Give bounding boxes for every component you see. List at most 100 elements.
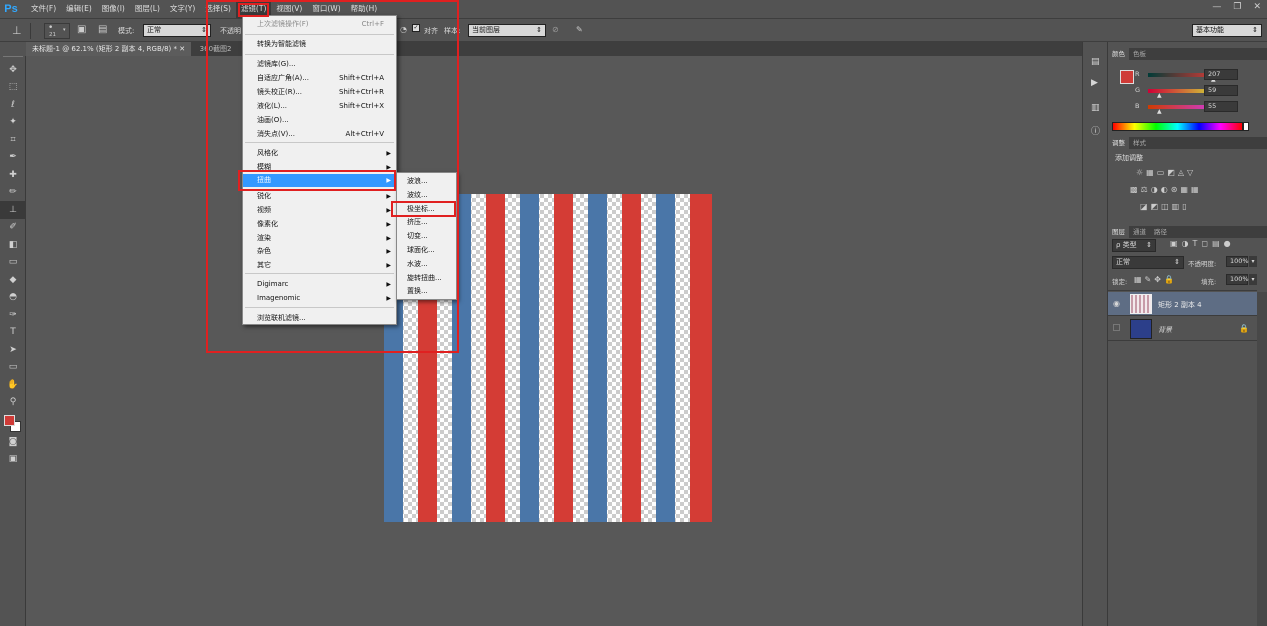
magic-wand-icon[interactable]: ✦ bbox=[0, 114, 26, 132]
tools-panel: ✥ ⬚ ℓ ✦ ⌗ ✒ ✚ ✏ ⊥ ✐ ◧ ▭ ◆ ◓ ✑ T ➤ ▭ ✋ ⚲ ◙ ▣ bbox=[0, 56, 26, 626]
lock-icons[interactable]: ▦✎✥🔒 bbox=[1134, 275, 1177, 284]
eraser-icon[interactable]: ◧ bbox=[0, 236, 26, 254]
blend-mode-select[interactable]: 正常 ⇕ bbox=[1112, 256, 1184, 269]
properties-icon[interactable]: ▥ bbox=[1091, 103, 1100, 113]
brush-tool-icon[interactable]: ✏ bbox=[0, 184, 26, 202]
fill-value[interactable]: 100% bbox=[1226, 274, 1249, 285]
blue-stripe bbox=[656, 194, 675, 522]
g-value[interactable]: 59 bbox=[1204, 85, 1238, 96]
right-panels: 颜色色板 R G B ▲ ▲ ▲ 207 59 55 调整样式 添加调整 ☼▦▭… bbox=[1108, 42, 1267, 626]
layers-scrollbar[interactable] bbox=[1257, 292, 1267, 626]
actions-play-icon[interactable]: ▶ bbox=[1091, 78, 1098, 88]
b-value[interactable]: 55 bbox=[1204, 101, 1238, 112]
quick-mask-icon[interactable]: ◙ bbox=[0, 433, 26, 451]
menu-4[interactable]: 文字(Y) bbox=[165, 0, 200, 18]
lock-label: 锁定: bbox=[1112, 278, 1128, 286]
zoom-tool-icon[interactable]: ⚲ bbox=[0, 394, 26, 412]
clone-stamp-icon[interactable]: ⊥ bbox=[12, 24, 22, 37]
layer-thumbnail bbox=[1130, 294, 1152, 314]
foreground-swatch[interactable] bbox=[4, 415, 15, 426]
tab-paths[interactable]: 路径 bbox=[1150, 226, 1171, 238]
blur-tool-icon[interactable]: ◆ bbox=[0, 271, 26, 289]
type-tool-icon[interactable]: T bbox=[0, 324, 26, 342]
document-tab-bar: 未标题-1 @ 62.1% (矩形 2 副本 4, RGB/8) * ✕ 360… bbox=[26, 42, 1082, 56]
tab-layers[interactable]: 图层 bbox=[1108, 226, 1129, 238]
move-tool-icon[interactable]: ✥ bbox=[0, 61, 26, 79]
fill-label: 填充: bbox=[1201, 278, 1217, 286]
brush-panel-icon[interactable]: ▣ bbox=[77, 24, 86, 35]
close-button[interactable]: ✕ bbox=[1253, 2, 1261, 12]
annotation-box-polar-coordinates bbox=[391, 201, 456, 217]
visibility-box[interactable] bbox=[1113, 324, 1120, 331]
history-brush-icon[interactable]: ✐ bbox=[0, 219, 26, 237]
ignore-adjustment-icon[interactable]: ⊘ bbox=[552, 25, 559, 34]
tab-active-document[interactable]: 未标题-1 @ 62.1% (矩形 2 副本 4, RGB/8) * ✕ bbox=[26, 42, 192, 56]
hand-tool-icon[interactable]: ✋ bbox=[0, 376, 26, 394]
layer-name[interactable]: 矩形 2 副本 4 bbox=[1158, 300, 1202, 310]
crop-tool-icon[interactable]: ⌗ bbox=[0, 131, 26, 149]
eyedropper-icon[interactable]: ✒ bbox=[0, 149, 26, 167]
menu-1[interactable]: 编辑(E) bbox=[61, 0, 97, 18]
marquee-tool-icon[interactable]: ⬚ bbox=[0, 79, 26, 97]
layer-row-background[interactable]: 背景 🔒 bbox=[1108, 317, 1257, 341]
r-label: R bbox=[1135, 70, 1140, 78]
shape-tool-icon[interactable]: ▭ bbox=[0, 359, 26, 377]
menu-0[interactable]: 文件(F) bbox=[26, 0, 61, 18]
red-stripe bbox=[622, 194, 641, 522]
clone-source-icon[interactable]: ▤ bbox=[98, 24, 107, 35]
r-value[interactable]: 207 bbox=[1204, 69, 1238, 80]
options-bar: ⊥ • 21 ▾ ▣ ▤ 模式: 正常 ⇕ 不透明 ◔ ✓ 对齐 样本: 当前图层… bbox=[0, 18, 1267, 42]
red-stripe bbox=[554, 194, 573, 522]
brush-size: 21 bbox=[49, 32, 56, 38]
adjustment-icons-row-2[interactable]: ▩⚖◑◐⊛▦▦ bbox=[1130, 185, 1240, 194]
workspace-select[interactable]: 基本功能 ⇕ bbox=[1192, 24, 1262, 37]
screen-mode-icon[interactable]: ▣ bbox=[0, 451, 26, 469]
restore-button[interactable]: ❐ bbox=[1233, 2, 1241, 12]
tab-styles[interactable]: 样式 bbox=[1129, 137, 1150, 149]
sample-select[interactable]: 当前图层 ⇕ bbox=[468, 24, 546, 37]
tab-swatches[interactable]: 色板 bbox=[1129, 48, 1150, 60]
adjustment-icons-row-1[interactable]: ☼▦▭◩◬▽ bbox=[1136, 168, 1236, 177]
dodge-tool-icon[interactable]: ◓ bbox=[0, 289, 26, 307]
path-select-icon[interactable]: ➤ bbox=[0, 341, 26, 359]
adjustment-icons-row-3[interactable]: ◪◩◫▥▯ bbox=[1140, 202, 1230, 211]
history-icon[interactable]: ▤ bbox=[1091, 57, 1100, 67]
layer-filter-icons[interactable]: ▣◑T◻▤● bbox=[1170, 239, 1235, 248]
menu-2[interactable]: 图像(I) bbox=[97, 0, 130, 18]
color-swatches[interactable] bbox=[0, 411, 26, 433]
lock-icon: 🔒 bbox=[1239, 324, 1249, 333]
info-icon[interactable]: ⓘ bbox=[1091, 124, 1100, 137]
g-label: G bbox=[1135, 86, 1141, 94]
pen-tool-icon[interactable]: ✑ bbox=[0, 306, 26, 324]
blue-stripe bbox=[588, 194, 607, 522]
tab-channels[interactable]: 通道 bbox=[1129, 226, 1150, 238]
visibility-eye-icon[interactable]: ◉ bbox=[1113, 299, 1120, 308]
window-controls: — ❐ ✕ bbox=[1212, 2, 1261, 12]
lasso-tool-icon[interactable]: ℓ bbox=[0, 96, 26, 114]
tab-color[interactable]: 颜色 bbox=[1108, 48, 1129, 60]
tablet-size-icon[interactable]: ✎ bbox=[576, 25, 583, 34]
tab-adjustments[interactable]: 调整 bbox=[1108, 137, 1129, 149]
color-spectrum-bar[interactable] bbox=[1112, 122, 1243, 131]
b-slider-thumb[interactable]: ▲ bbox=[1157, 108, 1162, 115]
annotation-box-distort bbox=[238, 170, 396, 191]
clone-stamp-icon[interactable]: ⊥ bbox=[0, 201, 26, 219]
menu-3[interactable]: 图层(L) bbox=[130, 0, 165, 18]
gradient-tool-icon[interactable]: ▭ bbox=[0, 254, 26, 272]
layer-filter-kind[interactable]: ρ 类型 ⇕ bbox=[1112, 239, 1156, 252]
opacity-dropdown-icon[interactable]: ▾ bbox=[1249, 256, 1257, 267]
layers-panel-tabs: 图层 通道 路径 bbox=[1108, 226, 1267, 238]
minimize-button[interactable]: — bbox=[1212, 2, 1221, 12]
layer-opacity-label: 不透明度: bbox=[1188, 260, 1217, 268]
brush-preset-picker[interactable]: • 21 ▾ bbox=[44, 23, 70, 39]
layer-name[interactable]: 背景 bbox=[1158, 325, 1172, 335]
foreground-color-swatch[interactable] bbox=[1120, 70, 1134, 84]
g-slider-thumb[interactable]: ▲ bbox=[1157, 92, 1162, 99]
layer-row-selected[interactable]: ◉ 矩形 2 副本 4 bbox=[1108, 292, 1257, 316]
fill-dropdown-icon[interactable]: ▾ bbox=[1249, 274, 1257, 285]
layer-opacity-value[interactable]: 100% bbox=[1226, 256, 1249, 267]
mode-select[interactable]: 正常 ⇕ bbox=[143, 24, 211, 37]
white-swatch[interactable] bbox=[1243, 122, 1249, 131]
background-thumbnail bbox=[1130, 319, 1152, 339]
healing-brush-icon[interactable]: ✚ bbox=[0, 166, 26, 184]
